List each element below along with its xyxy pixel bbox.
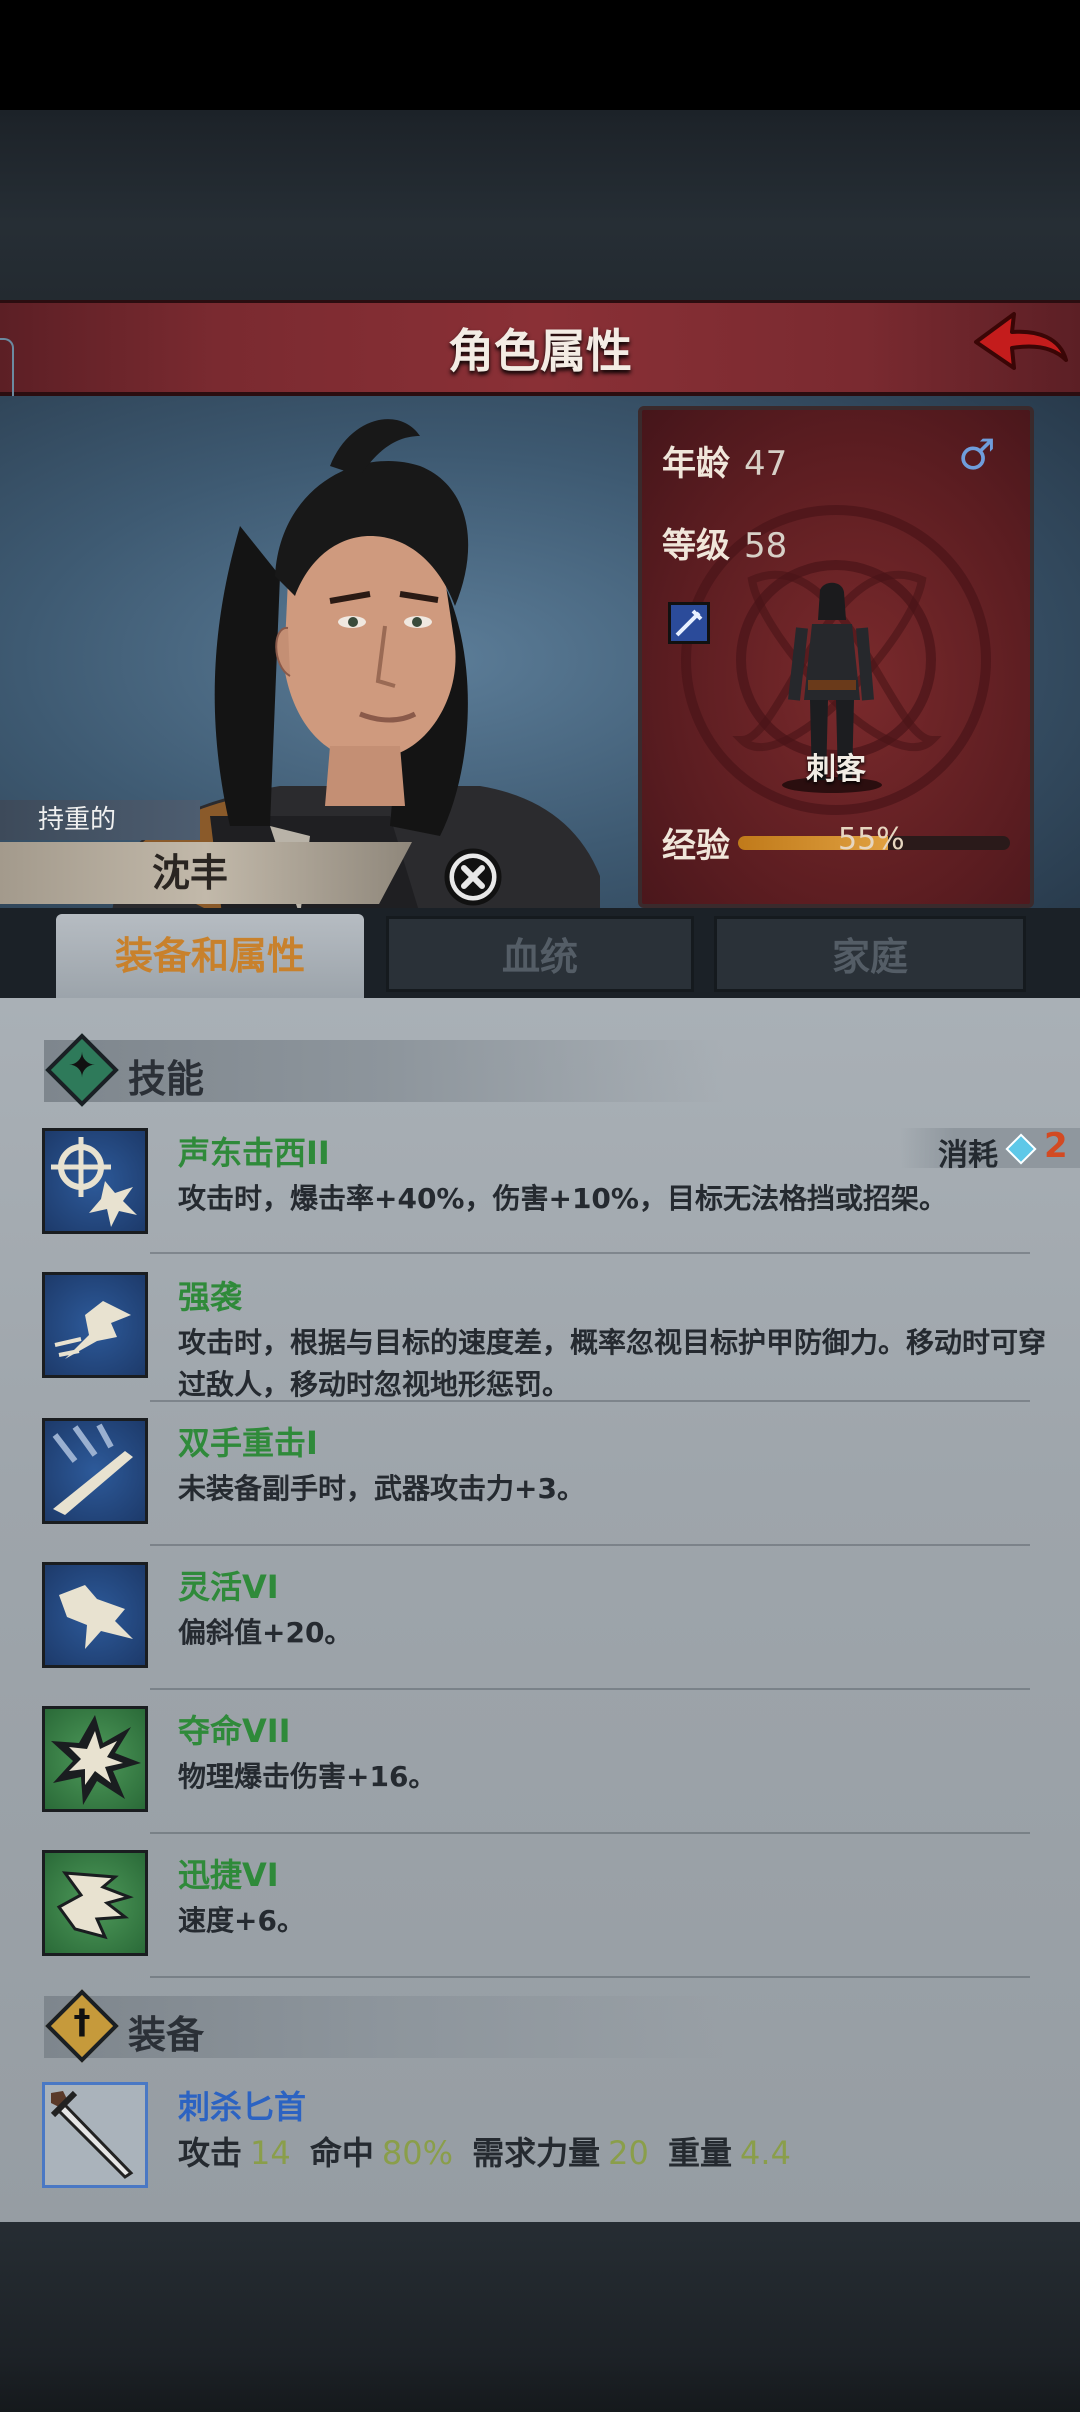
level-value: 58 bbox=[744, 526, 788, 566]
stat-label: 攻击 bbox=[178, 2134, 243, 2172]
skill-description: 未装备副手时，武器攻击力+3。 bbox=[178, 1472, 585, 1505]
skill-description: 偏斜值+20。 bbox=[178, 1616, 353, 1649]
equipment-name: 刺杀匕首 bbox=[178, 2088, 307, 2126]
equipment-stats: 攻击 14 命中 80% 需求力量 20 重量 4.4 bbox=[178, 2128, 799, 2174]
level-label: 等级 bbox=[662, 526, 730, 566]
skill-name: 双手重击I bbox=[178, 1424, 318, 1462]
page-title: 角色属性 bbox=[448, 324, 632, 378]
skill-description: 攻击时，爆击率+40%，伤害+10%，目标无法格挡或招架。 bbox=[178, 1182, 947, 1215]
tab-equipment-attributes[interactable]: 装备和属性 bbox=[56, 914, 364, 1004]
charge-icon bbox=[42, 1272, 148, 1378]
skill-name: 强袭 bbox=[178, 1278, 243, 1316]
character-name[interactable]: 沈丰 bbox=[0, 842, 412, 904]
skills-section-title: 技能 bbox=[128, 1057, 205, 1101]
divider bbox=[150, 1976, 1030, 1978]
skill-description: 速度+6。 bbox=[178, 1904, 305, 1937]
skill-row[interactable]: 声东击西II 攻击时，爆击率+40%，伤害+10%，目标无法格挡或招架。 bbox=[42, 1128, 1062, 1258]
bottom-background bbox=[0, 2222, 1080, 2412]
exp-percent: 55% bbox=[838, 822, 905, 857]
weapon-type-icon[interactable] bbox=[668, 602, 710, 644]
class-name: 刺客 bbox=[806, 752, 866, 787]
skill-description: 物理爆击伤害+16。 bbox=[178, 1760, 437, 1793]
skill-row[interactable]: 灵活VI 偏斜值+20。 bbox=[42, 1562, 1062, 1692]
divider bbox=[150, 1252, 1030, 1254]
divider bbox=[150, 1688, 1030, 1690]
tab-family[interactable]: 家庭 bbox=[714, 916, 1026, 992]
skill-row[interactable]: 迅捷VI 速度+6。 bbox=[42, 1850, 1062, 1980]
header-bar: 角色属性 bbox=[0, 300, 1080, 396]
skill-row[interactable]: 强袭 攻击时，根据与目标的速度差，概率忽视目标护甲防御力。移动时可穿过敌人，移动… bbox=[42, 1272, 1062, 1402]
tab-bloodline[interactable]: 血统 bbox=[386, 916, 694, 992]
age-label: 年龄 bbox=[662, 444, 730, 484]
stat-value: 14 bbox=[250, 2134, 291, 2172]
target-burst-icon bbox=[42, 1128, 148, 1234]
back-button[interactable] bbox=[968, 308, 1072, 388]
status-bar-area bbox=[0, 0, 1080, 110]
divider bbox=[150, 1544, 1030, 1546]
divider bbox=[150, 1400, 1030, 1402]
stat-label: 命中 bbox=[309, 2134, 374, 2172]
equipment-section-title: 装备 bbox=[128, 2013, 205, 2057]
skill-description: 攻击时，根据与目标的速度差，概率忽视目标护甲防御力。移动时可穿过敌人，移动时忽视… bbox=[178, 1326, 1047, 1401]
critical-star-icon bbox=[42, 1706, 148, 1812]
blade-strike-icon bbox=[42, 1418, 148, 1524]
dagger-icon bbox=[42, 2082, 148, 2188]
exp-label: 经验 bbox=[662, 826, 730, 866]
character-trait: 持重的 bbox=[0, 800, 200, 840]
swift-wing-icon bbox=[42, 1850, 148, 1956]
skill-name: 灵活VI bbox=[178, 1568, 279, 1606]
skill-name: 夺命VII bbox=[178, 1712, 291, 1750]
stat-value: 80% bbox=[381, 2134, 454, 2172]
age-row: 年龄 47 bbox=[662, 436, 787, 485]
back-arrow-icon bbox=[974, 312, 1068, 370]
stat-value: 20 bbox=[608, 2134, 649, 2172]
top-background bbox=[0, 110, 1080, 300]
stat-label: 需求力量 bbox=[472, 2134, 601, 2172]
male-gender-icon: ♂ bbox=[958, 430, 996, 479]
stat-value: 4.4 bbox=[740, 2134, 791, 2172]
dismiss-button[interactable] bbox=[444, 848, 502, 906]
skill-row[interactable]: 夺命VII 物理爆击伤害+16。 bbox=[42, 1706, 1062, 1836]
stat-label: 重量 bbox=[668, 2134, 733, 2172]
age-value: 47 bbox=[744, 444, 788, 484]
cross-icon: † bbox=[73, 2002, 91, 2042]
star-icon: ✦ bbox=[67, 1046, 97, 1086]
skill-row[interactable]: 双手重击I 未装备副手时，武器攻击力+3。 bbox=[42, 1418, 1062, 1548]
agility-icon bbox=[42, 1562, 148, 1668]
close-circle-icon bbox=[444, 848, 502, 906]
level-row: 等级 58 bbox=[662, 518, 787, 567]
sword-icon bbox=[675, 609, 703, 637]
skill-name: 声东击西II bbox=[178, 1134, 330, 1172]
skill-name: 迅捷VI bbox=[178, 1856, 279, 1894]
divider bbox=[150, 1832, 1030, 1834]
exp-row: 经验 bbox=[662, 818, 730, 867]
